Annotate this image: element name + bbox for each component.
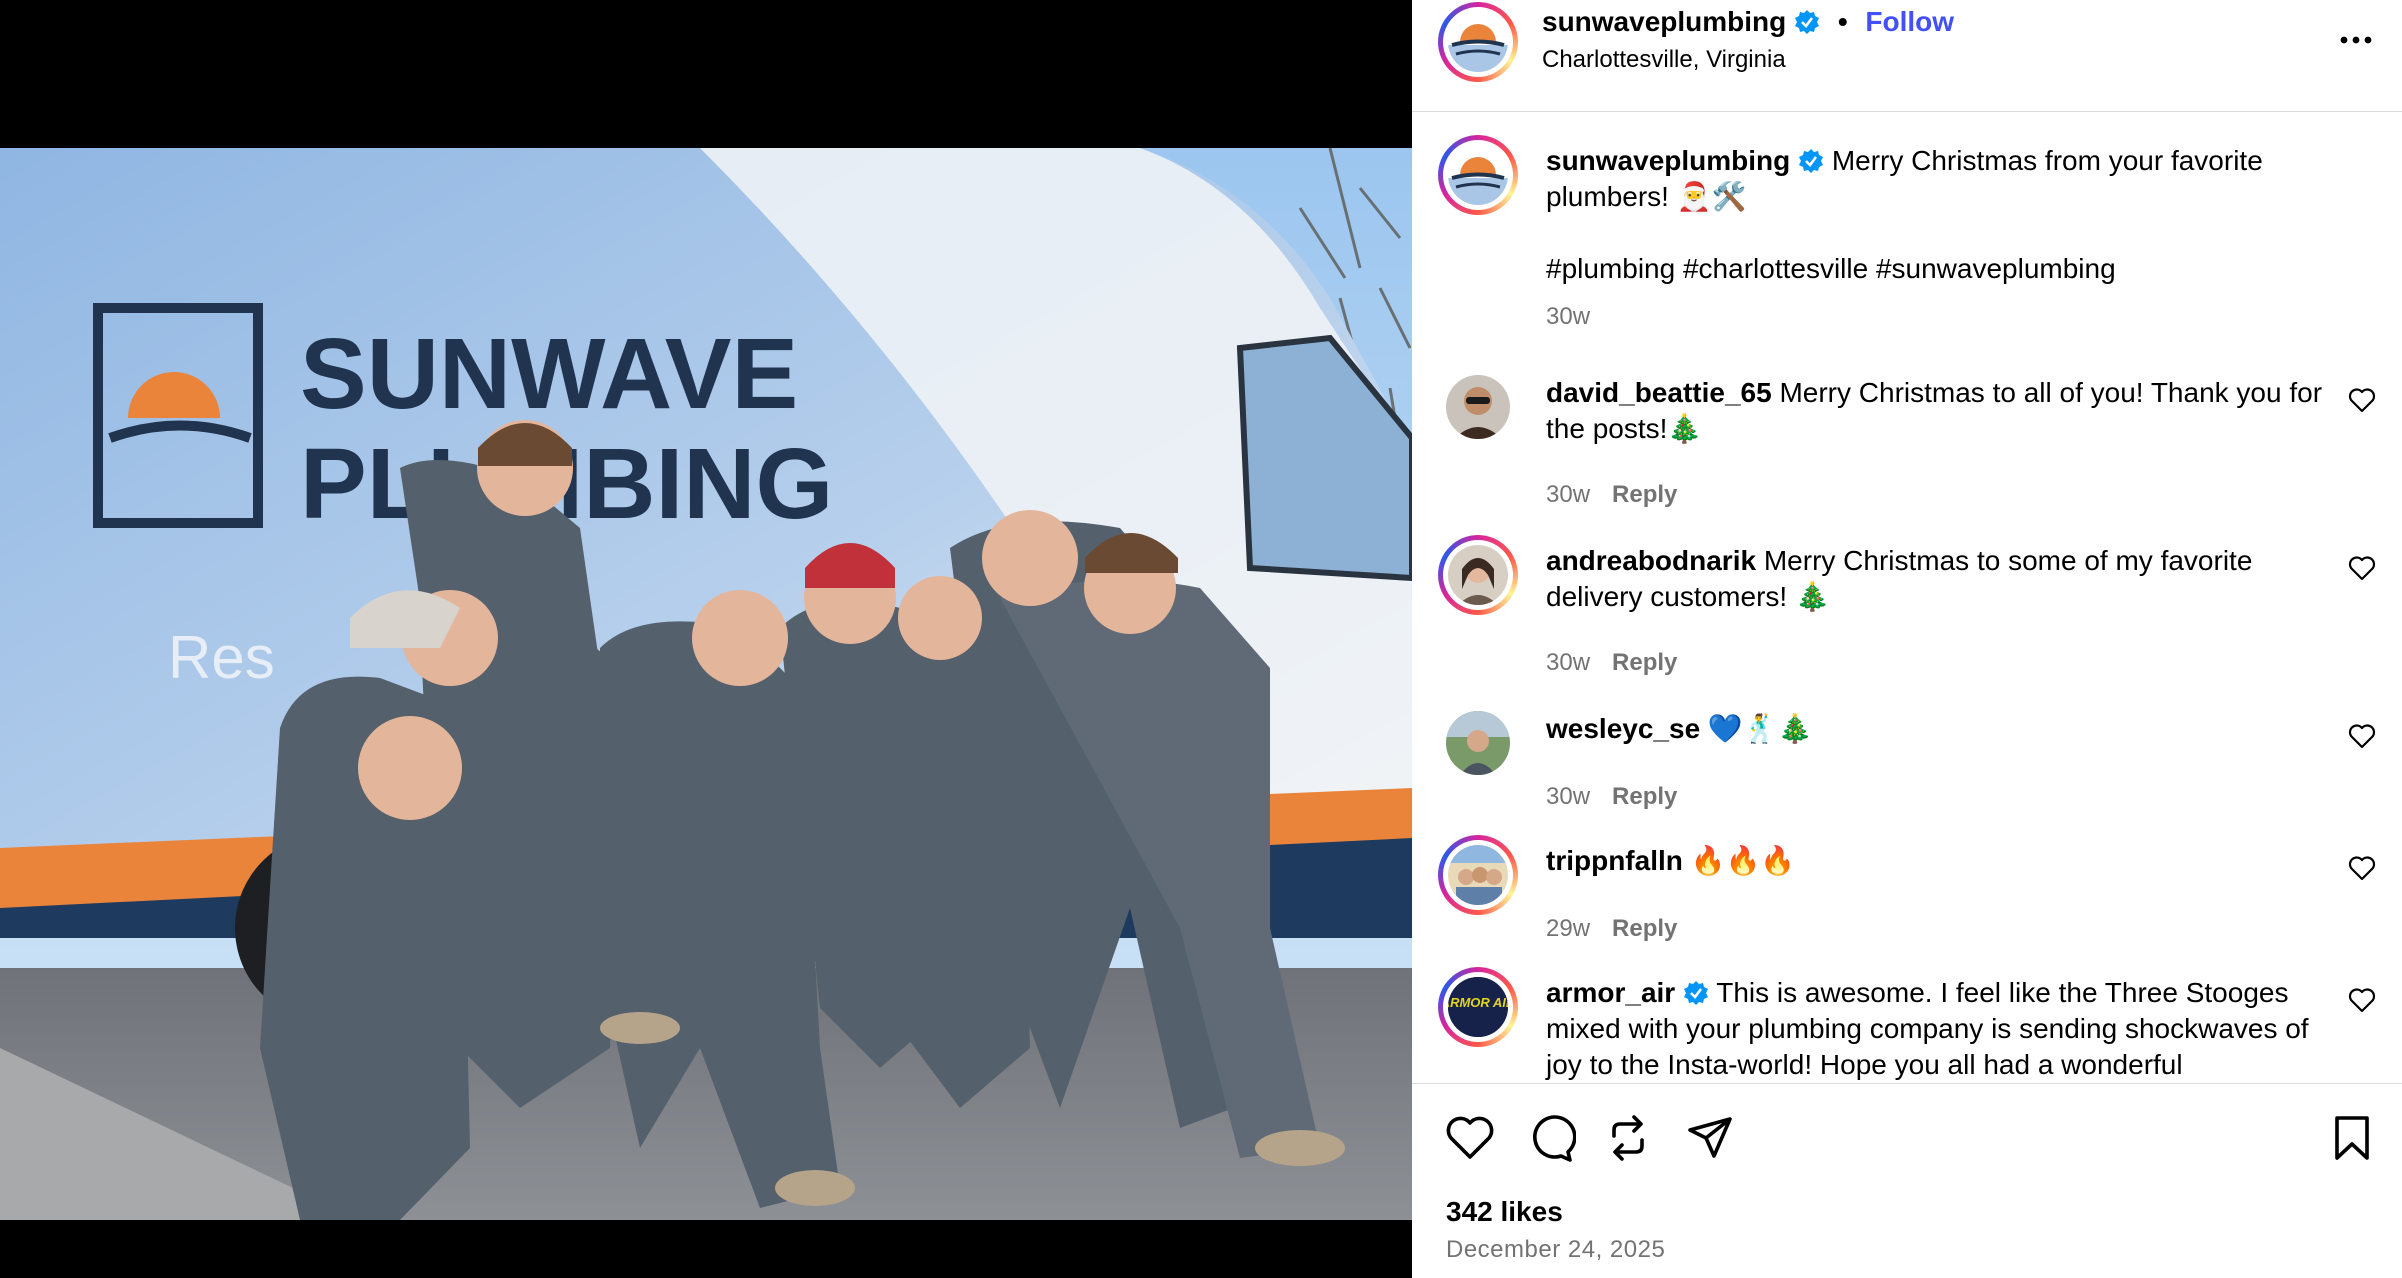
comment-age: 30w bbox=[1546, 783, 1591, 810]
comment-username[interactable]: trippnfalln bbox=[1546, 845, 1683, 876]
comment-username[interactable]: armor_air bbox=[1546, 977, 1675, 1008]
comment-meta: 30w Reply bbox=[1546, 649, 1677, 677]
comment-text: wesleyc_se 💙🕺🎄 bbox=[1546, 711, 2326, 747]
comment-body: 💙🕺🎄 bbox=[1707, 713, 1813, 744]
reply-button[interactable]: Reply bbox=[1612, 915, 1677, 942]
comment-icon[interactable] bbox=[1524, 1112, 1576, 1164]
heart-icon[interactable] bbox=[2348, 387, 2376, 413]
comment-text: armor_air This is awesome. I feel like t… bbox=[1546, 975, 2326, 1083]
comment-text: david_beattie_65 Merry Christmas to all … bbox=[1546, 375, 2326, 447]
sunwave-logo-icon bbox=[1448, 145, 1508, 205]
author-username[interactable]: sunwaveplumbing bbox=[1542, 6, 1786, 37]
caption-text: sunwaveplumbing Merry Christmas from you… bbox=[1546, 143, 2326, 215]
van-brand-text: SUNWAVE bbox=[300, 318, 798, 430]
heart-icon[interactable] bbox=[2348, 855, 2376, 881]
comment-text: andreabodnarik Merry Christmas to some o… bbox=[1546, 543, 2326, 615]
reply-button[interactable]: Reply bbox=[1612, 649, 1677, 676]
commenter-avatar[interactable]: ARMOR AIR bbox=[1438, 967, 1518, 1047]
comment-username[interactable]: david_beattie_65 bbox=[1546, 377, 1772, 408]
avatar-photo bbox=[1446, 711, 1510, 775]
comment-meta: 30w Reply bbox=[1546, 481, 1677, 509]
caption-author-avatar[interactable] bbox=[1438, 135, 1518, 215]
verified-icon bbox=[1683, 981, 1708, 1005]
avatar-photo bbox=[1448, 545, 1508, 605]
more-icon[interactable] bbox=[2336, 28, 2376, 52]
commenter-avatar[interactable] bbox=[1446, 711, 1510, 775]
action-bar: 342 likes December 24, 2025 bbox=[1412, 1083, 2402, 1278]
comment-meta: 30w Reply bbox=[1546, 783, 1677, 811]
share-icon[interactable] bbox=[1684, 1112, 1736, 1164]
comment-meta: 29w Reply bbox=[1546, 915, 1677, 943]
commenter-avatar[interactable] bbox=[1438, 835, 1518, 915]
heart-icon[interactable] bbox=[2348, 987, 2376, 1013]
bookmark-icon[interactable] bbox=[2326, 1112, 2378, 1164]
post-side-panel: sunwaveplumbing • Follow Charlottesville… bbox=[1412, 0, 2402, 1278]
commenter-avatar[interactable] bbox=[1438, 535, 1518, 615]
comments-section[interactable]: sunwaveplumbing Merry Christmas from you… bbox=[1412, 113, 2402, 1083]
avatar-photo bbox=[1448, 845, 1508, 905]
sunwave-logo-icon bbox=[1448, 12, 1508, 72]
comment-username[interactable]: wesleyc_se bbox=[1546, 713, 1700, 744]
comment-age: 30w bbox=[1546, 481, 1591, 508]
comment-username[interactable]: andreabodnarik bbox=[1546, 545, 1756, 576]
comment-age: 29w bbox=[1546, 915, 1591, 942]
van-tagline: Res bbox=[168, 624, 275, 691]
post-date: December 24, 2025 bbox=[1446, 1236, 1666, 1263]
post-photo[interactable]: SUNWAVE PLUMBING Res bbox=[0, 148, 1412, 1220]
heart-icon[interactable] bbox=[1444, 1112, 1496, 1164]
like-count[interactable]: 342 likes bbox=[1446, 1196, 1563, 1228]
repost-icon[interactable] bbox=[1602, 1112, 1654, 1164]
reply-button[interactable]: Reply bbox=[1612, 481, 1677, 508]
follow-button[interactable]: Follow bbox=[1865, 6, 1954, 37]
post-media[interactable]: SUNWAVE PLUMBING Res bbox=[0, 0, 1412, 1278]
armor-air-logo-text: ARMOR AIR bbox=[1448, 995, 1508, 1010]
armor-air-logo-icon: ARMOR AIR bbox=[1448, 977, 1508, 1037]
comment-body: 🔥🔥🔥 bbox=[1690, 845, 1796, 876]
caption-hashtags[interactable]: #plumbing #charlottesville #sunwaveplumb… bbox=[1546, 251, 2326, 287]
verified-icon bbox=[1795, 10, 1820, 34]
commenter-avatar[interactable] bbox=[1446, 375, 1510, 439]
reply-button[interactable]: Reply bbox=[1612, 783, 1677, 810]
heart-icon[interactable] bbox=[2348, 555, 2376, 581]
author-line: sunwaveplumbing • Follow bbox=[1542, 6, 1954, 38]
comment-text: trippnfalln 🔥🔥🔥 bbox=[1546, 843, 2326, 879]
post-location[interactable]: Charlottesville, Virginia bbox=[1542, 46, 1786, 74]
separator-dot: • bbox=[1837, 6, 1848, 37]
caption-age: 30w bbox=[1546, 303, 1591, 330]
verified-icon bbox=[1799, 149, 1824, 173]
post-header: sunwaveplumbing • Follow Charlottesville… bbox=[1412, 0, 2402, 112]
avatar-photo bbox=[1446, 375, 1510, 439]
group-photo-illustration: SUNWAVE PLUMBING Res bbox=[0, 148, 1412, 1220]
heart-icon[interactable] bbox=[2348, 723, 2376, 749]
author-avatar[interactable] bbox=[1438, 2, 1518, 82]
comment-age: 30w bbox=[1546, 649, 1591, 676]
caption-username[interactable]: sunwaveplumbing bbox=[1546, 145, 1790, 176]
